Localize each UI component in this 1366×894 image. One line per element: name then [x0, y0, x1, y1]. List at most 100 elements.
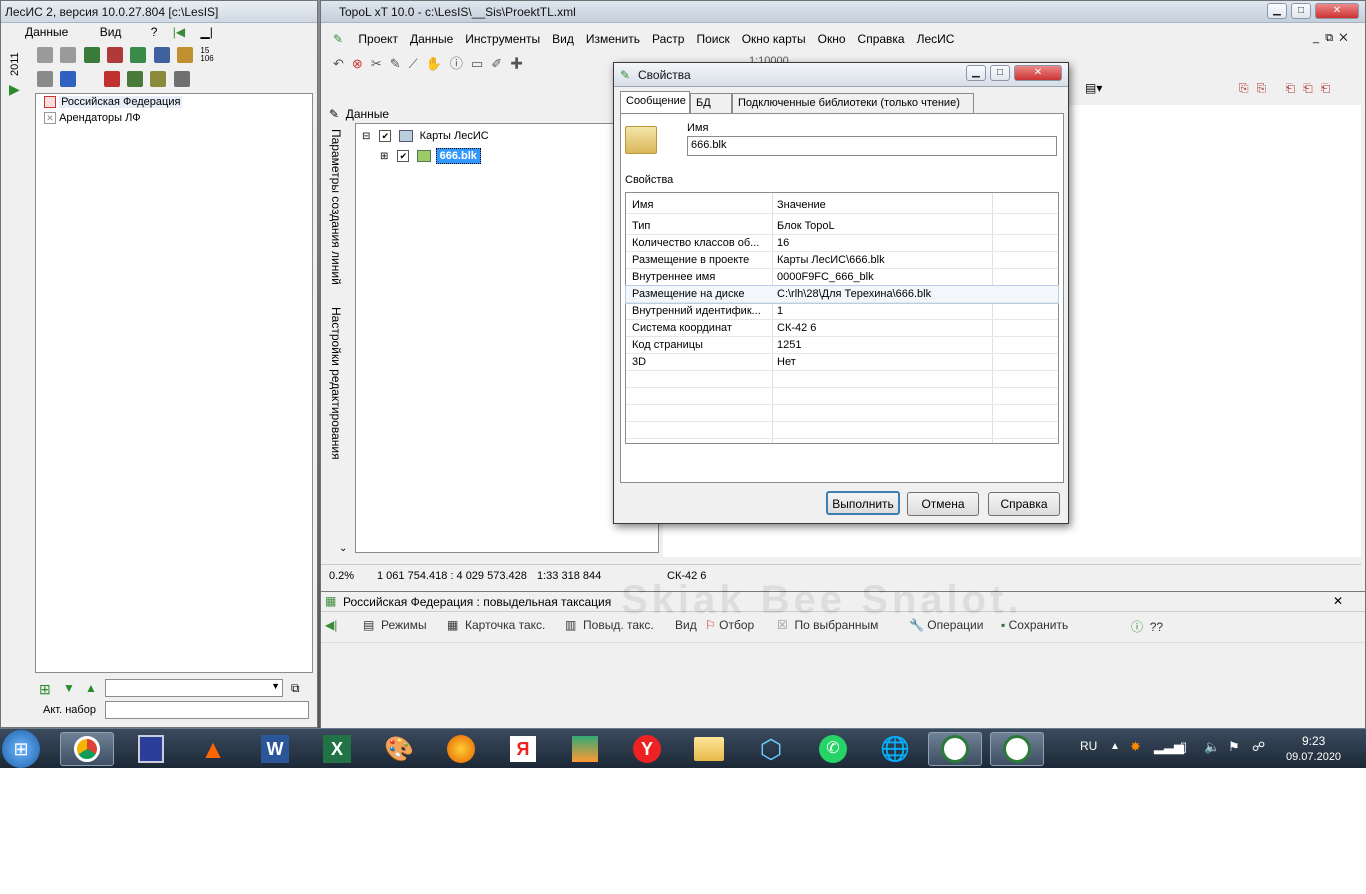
- tool-save[interactable]: ▪ Сохранить: [1001, 618, 1068, 632]
- tool-modes[interactable]: ▤ Режимы: [363, 618, 427, 632]
- table-row[interactable]: Количество классов об... 16: [626, 235, 1058, 252]
- explorer-icon[interactable]: [682, 732, 736, 766]
- chart-icon[interactable]: [127, 71, 144, 87]
- checkbox-icon[interactable]: ✔: [379, 130, 392, 142]
- filter-icon[interactable]: [60, 71, 77, 87]
- yandex-icon[interactable]: Я: [496, 732, 550, 766]
- maximize-button[interactable]: □: [1291, 3, 1311, 19]
- checkbox-icon[interactable]: ✔: [397, 150, 410, 162]
- maximize-button[interactable]: □: [990, 65, 1010, 81]
- tab-line-params[interactable]: Параметры создания линий: [329, 129, 343, 289]
- name-field[interactable]: 666.blk: [687, 136, 1057, 156]
- dialog-titlebar[interactable]: ✎ Свойства ▁ □ ✕: [614, 63, 1068, 87]
- number-icon[interactable]: 15 106: [200, 47, 213, 63]
- ruler-icon[interactable]: ▭: [471, 56, 491, 71]
- table-row[interactable]: Тип Блок TopoL: [626, 218, 1058, 235]
- first-page-icon[interactable]: |◀: [173, 25, 185, 39]
- search-icon[interactable]: [150, 71, 167, 87]
- tool-filter[interactable]: ⚐ Отбор: [705, 618, 754, 632]
- language-indicator[interactable]: RU: [1080, 739, 1097, 753]
- info-icon[interactable]: ⓘ: [450, 56, 471, 71]
- pin-icon[interactable]: ▁|: [201, 25, 213, 39]
- col-name-header[interactable]: Имя: [632, 199, 772, 211]
- year-tab[interactable]: 2011: [9, 47, 25, 81]
- menu-tools[interactable]: Инструменты: [465, 32, 540, 46]
- list-icon[interactable]: [153, 47, 170, 63]
- menu-help[interactable]: Справка: [858, 32, 905, 46]
- vlc-icon[interactable]: ▲: [186, 732, 240, 766]
- menu-data[interactable]: Данные: [11, 25, 68, 39]
- clock-date[interactable]: 09.07.2020: [1286, 751, 1341, 763]
- device-icon[interactable]: ▯: [1180, 739, 1187, 755]
- tree-item-rf[interactable]: Российская Федерация: [44, 96, 183, 109]
- virtualbox-icon[interactable]: ⬡: [744, 732, 798, 766]
- tool-help[interactable]: ⓘ ??: [1131, 618, 1163, 635]
- menu-edit[interactable]: Изменить: [586, 32, 640, 46]
- line-icon[interactable]: ⟋: [409, 56, 426, 71]
- tool-card[interactable]: ▦ Карточка такс.: [447, 618, 545, 632]
- close-button[interactable]: ✕: [1014, 65, 1062, 81]
- tool-operations[interactable]: 🔧 Операции: [909, 618, 983, 632]
- table-row[interactable]: Размещение в проекте Карты ЛесИС\666.blk: [626, 252, 1058, 269]
- menu-help[interactable]: ?: [137, 25, 158, 39]
- yandex-browser-icon[interactable]: Y: [620, 732, 674, 766]
- cursor-icon[interactable]: [173, 71, 190, 87]
- tab-db[interactable]: БД: [690, 93, 732, 113]
- topol-taskbar-icon[interactable]: [990, 732, 1044, 766]
- save-icon[interactable]: [124, 732, 178, 766]
- tree-child[interactable]: ⊞ ✔ 666.blk: [380, 148, 481, 164]
- tab-edit-settings[interactable]: Настройки редактирования: [329, 307, 343, 467]
- cut-icon[interactable]: ✂: [371, 56, 390, 71]
- minimize-button[interactable]: ▁: [966, 65, 986, 81]
- table-row[interactable]: Внутреннее имя 0000F9FC_666_blk: [626, 269, 1058, 286]
- cancel-icon[interactable]: ⊗: [352, 56, 371, 71]
- volume-icon[interactable]: 🔈: [1204, 739, 1220, 755]
- tree-root[interactable]: ⊟ ✔ Карты ЛесИС: [362, 130, 489, 143]
- chrome-icon[interactable]: [60, 732, 114, 766]
- network-tray-icon[interactable]: ☍: [1252, 739, 1265, 755]
- tray-up-icon[interactable]: ▲: [1110, 741, 1120, 752]
- menu-raster[interactable]: Растр: [652, 32, 684, 46]
- table-row[interactable]: 3D Нет: [626, 354, 1058, 371]
- mdi-controls[interactable]: _ ⧉ ✕: [1313, 32, 1348, 45]
- start-button[interactable]: ⊞: [2, 730, 40, 768]
- menu-data[interactable]: Данные: [410, 32, 453, 46]
- cancel-button[interactable]: Отмена: [907, 492, 979, 516]
- menu-view[interactable]: Вид: [84, 25, 122, 39]
- menu-view[interactable]: Вид: [552, 32, 574, 46]
- topol-titlebar[interactable]: TopoL xT 10.0 - c:\LesIS\__Sis\ProektTL.…: [321, 1, 1365, 23]
- add-icon[interactable]: ⊞: [39, 681, 51, 698]
- lesis-taskbar-icon[interactable]: [928, 732, 982, 766]
- lesis-titlebar[interactable]: ЛесИС 2, версия 10.0.27.804 [c:\LesIS]: [1, 1, 317, 23]
- flag-icon[interactable]: ⚑: [1228, 739, 1240, 755]
- toolbar-right-2[interactable]: ⎘⎘ ⎗⎗⎗: [1239, 81, 1338, 96]
- excel-icon[interactable]: X: [310, 732, 364, 766]
- menu-lesis[interactable]: ЛесИС: [917, 32, 955, 46]
- network-icon[interactable]: 🌐: [868, 732, 922, 766]
- taxation-titlebar[interactable]: ▦ Российская Федерация : повыдельная так…: [321, 578, 1365, 622]
- col-value-header[interactable]: Значение: [777, 199, 826, 211]
- menu-window[interactable]: Окно: [818, 32, 846, 46]
- tree-item-renters[interactable]: ✕ Арендаторы ЛФ: [44, 112, 141, 125]
- gear-icon[interactable]: [130, 47, 147, 63]
- close-button[interactable]: ✕: [1315, 3, 1359, 19]
- menu-project[interactable]: Проект: [358, 32, 398, 46]
- word-icon[interactable]: W: [248, 732, 302, 766]
- tab-message[interactable]: Сообщение: [620, 91, 690, 113]
- stamp-icon[interactable]: [37, 71, 53, 87]
- edit-icon[interactable]: ✐: [491, 56, 510, 71]
- grid-icon-2[interactable]: [60, 47, 77, 63]
- tab-libraries[interactable]: Подключенные библиотеки (только чтение): [732, 93, 974, 113]
- back-icon[interactable]: ◀|: [325, 618, 337, 632]
- grid-icon[interactable]: [37, 47, 53, 63]
- tool-taxation[interactable]: ▥ Повыд. такс.: [565, 618, 654, 632]
- menu-search[interactable]: Поиск: [696, 32, 729, 46]
- clock-time[interactable]: 9:23: [1302, 734, 1325, 748]
- check-icon[interactable]: [103, 71, 120, 87]
- layer-icon[interactable]: [83, 47, 100, 63]
- help-button[interactable]: Справка: [988, 492, 1060, 516]
- down-icon[interactable]: ▼: [63, 681, 75, 695]
- undo-icon[interactable]: ↶: [333, 56, 352, 71]
- plus-icon[interactable]: ✚: [510, 56, 531, 71]
- hand-icon[interactable]: ✋: [426, 56, 450, 71]
